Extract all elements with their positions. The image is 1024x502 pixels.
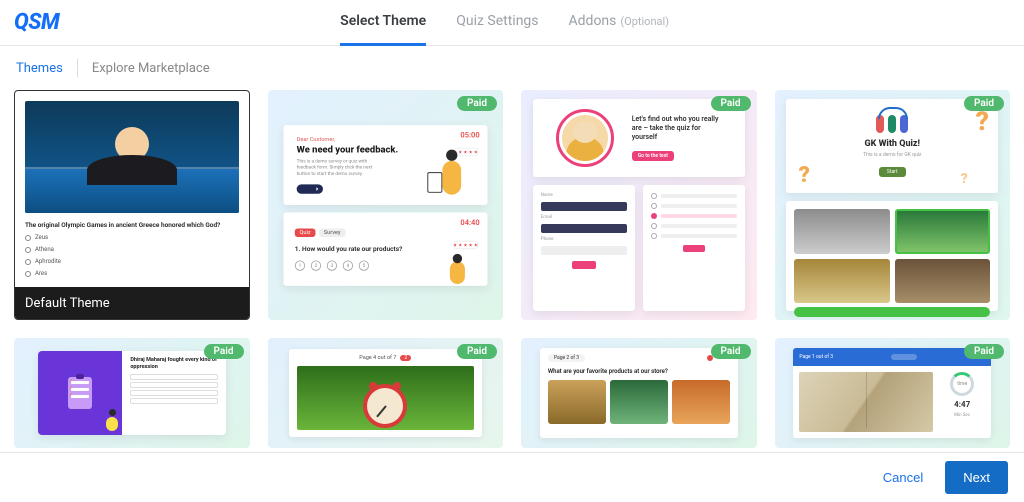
paid-badge: Paid [204, 344, 244, 359]
subnav-marketplace[interactable]: Explore Marketplace [92, 61, 210, 76]
book-panel: Page 1 out of 3 10% time 4:47 Min Sec [793, 348, 991, 438]
step-tabs: Select Theme Quiz Settings Addons (Optio… [340, 0, 669, 46]
default-question: The original Olympic Games in ancient Gr… [25, 221, 239, 229]
paid-badge: Paid [457, 96, 497, 111]
profile-form-panel: Name Email Phone [533, 185, 635, 311]
alarm-clock-image [297, 366, 474, 430]
question-mark-icon: ? [796, 163, 812, 185]
default-option-2: Aphrodite [25, 258, 239, 265]
theme-card-gk[interactable]: Paid ? ? ? GK With Quiz! This is a demo … [775, 90, 1011, 320]
theme-card-clock[interactable]: Paid Page 4 out of 72 [268, 338, 504, 448]
paid-badge: Paid [964, 344, 1004, 359]
tab-label: Quiz Settings [456, 13, 538, 29]
tab-addons[interactable]: Addons (Optional) [569, 0, 670, 46]
paid-badge: Paid [711, 96, 751, 111]
cancel-button[interactable]: Cancel [873, 462, 933, 493]
person-icon [106, 409, 118, 431]
theme-card-products[interactable]: Paid Page 2 of 3 01:47 What are your fav… [521, 338, 757, 448]
gk-hero-panel: ? ? ? GK With Quiz! This is a demo for G… [786, 99, 998, 193]
theme-card-book[interactable]: Paid Page 1 out of 3 10% time 4:47 Min S… [775, 338, 1011, 448]
default-option-1: Athena [25, 246, 239, 253]
tab-label: Select Theme [340, 13, 426, 29]
paid-badge: Paid [964, 96, 1004, 111]
alarm-clock-icon [363, 384, 407, 428]
feedback-hero-panel: 05:00 Dear Customer, We need your feedba… [283, 125, 487, 205]
subnav-themes[interactable]: Themes [16, 61, 63, 76]
theme-card-feedback[interactable]: Paid 05:00 Dear Customer, We need your f… [268, 90, 504, 320]
timer-icon: 05:00 [460, 130, 479, 138]
top-bar: QSM Select Theme Quiz Settings Addons (O… [0, 0, 1024, 46]
brand-logo: QSM [14, 10, 59, 35]
feedback-rating-panel: QuizSurvey 04:40 1. How would you rate o… [283, 212, 487, 285]
clipboard-icon [68, 377, 92, 409]
footer-bar: Cancel Next [0, 452, 1024, 502]
sub-nav: Themes Explore Marketplace [0, 46, 1024, 90]
default-hero-image [25, 101, 239, 213]
theme-card-profile[interactable]: Paid Let's find out who you really are –… [521, 90, 757, 320]
clipboard-panel: Dhiraj Maharaj fought every kind of oppr… [38, 351, 226, 435]
default-option-3: Ares [25, 270, 239, 277]
profile-options-panel [643, 185, 745, 311]
default-theme-caption: Default Theme [15, 287, 249, 319]
theme-card-default[interactable]: The original Olympic Games in ancient Gr… [14, 90, 250, 320]
avatar-icon [556, 109, 614, 167]
gk-image-grid [786, 201, 998, 311]
people-icon [876, 115, 908, 133]
tab-label: Addons [569, 13, 617, 29]
timer-ring-icon: time [950, 372, 974, 396]
products-panel: Page 2 of 3 01:47 What are your favorite… [540, 348, 738, 438]
paid-badge: Paid [457, 344, 497, 359]
next-button[interactable]: Next [945, 461, 1008, 494]
theme-card-clipboard[interactable]: Paid Dhiraj Maharaj fought every kind of… [14, 338, 250, 448]
profile-hero-panel: Let's find out who you really are – take… [533, 99, 745, 177]
paid-badge: Paid [711, 344, 751, 359]
tab-optional-note: (Optional) [620, 15, 669, 28]
question-mark-icon: ? [956, 171, 972, 193]
open-book-image [799, 372, 933, 432]
subnav-divider [77, 59, 78, 77]
theme-gallery: The original Olympic Games in ancient Gr… [0, 90, 1024, 452]
default-option-0: Zeus [25, 234, 239, 241]
tab-select-theme[interactable]: Select Theme [340, 0, 426, 46]
timer-icon: 04:40 [460, 218, 479, 226]
tab-quiz-settings[interactable]: Quiz Settings [456, 0, 538, 46]
start-button-icon [297, 184, 323, 193]
clock-panel: Page 4 out of 72 [289, 349, 482, 437]
